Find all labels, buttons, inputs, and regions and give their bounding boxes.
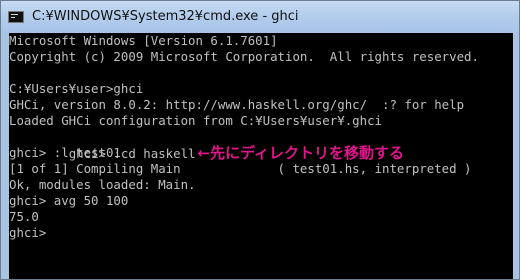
directory-annotation: ←先にディレクトリを移動する: [197, 144, 405, 162]
console-output[interactable]: Microsoft Windows [Version 6.1.7601] Cop…: [9, 33, 513, 279]
console-line-ghci-version: GHCi, version 8.0.2: http://www.haskell.…: [9, 97, 465, 112]
console-line-windows-version: Microsoft Windows [Version 6.1.7601]: [9, 33, 278, 48]
console-line-average-command: ghci> avg 50 100: [9, 193, 129, 208]
console-line-prompt[interactable]: ghci>: [9, 225, 479, 241]
console-line-copyright: Copyright (c) 2009 Microsoft Corporation…: [9, 49, 479, 64]
window-title: C:¥WINDOWS¥System32¥cmd.exe - ghci: [32, 9, 299, 24]
title-bar[interactable]: C:¥WINDOWS¥System32¥cmd.exe - ghci: [1, 1, 519, 34]
console-line-change-directory: ghci> :cd haskell ←先にディレクトリを移動する: [9, 129, 479, 161]
console-lines: Microsoft Windows [Version 6.1.7601] Cop…: [9, 33, 479, 241]
left-window-border: [1, 33, 9, 279]
console-line-modules-loaded: Ok, modules loaded: Main.: [9, 177, 196, 192]
console-window: C:¥WINDOWS¥System32¥cmd.exe - ghci Micro…: [0, 0, 520, 280]
command-prompt-icon: [8, 11, 24, 23]
console-line-config-loaded: Loaded GHCi configuration from C:¥Users¥…: [9, 113, 382, 128]
console-line-launch-ghci: C:¥Users¥user>ghci: [9, 81, 144, 96]
console-line-compiling: [1 of 1] Compiling Main ( test01.hs, int…: [9, 161, 472, 176]
console-line-average-result: 75.0: [9, 209, 39, 224]
